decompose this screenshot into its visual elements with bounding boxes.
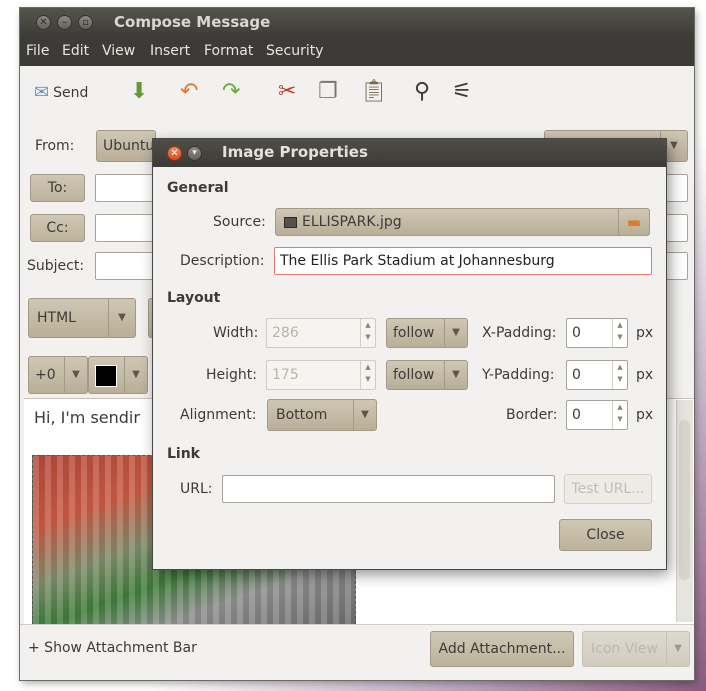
add-attachment-button[interactable]: Add Attachment... — [430, 631, 574, 667]
cut-icon[interactable]: ✂ — [278, 80, 296, 104]
url-label: URL: — [180, 481, 213, 497]
chevron-down-icon: ▼ — [124, 357, 147, 393]
source-file-chooser[interactable]: ELLISPARK.jpg ▬ — [275, 208, 650, 236]
undo-icon[interactable]: ↶ — [180, 80, 198, 104]
close-dialog-icon[interactable]: ✕ — [167, 146, 182, 161]
cc-button[interactable]: Cc: — [30, 214, 85, 242]
cc-field[interactable] — [95, 214, 155, 242]
width-spinner[interactable]: 286 ▲ ▼ — [266, 318, 376, 348]
menu-file[interactable]: File — [26, 43, 49, 59]
show-attachment-bar-toggle[interactable]: + Show Attachment Bar — [28, 640, 197, 656]
height-label: Height: — [206, 367, 257, 383]
description-input[interactable]: The Ellis Park Stadium at Johannesburg — [274, 247, 652, 275]
send-icon: ✉ — [34, 82, 50, 103]
subject-label: Subject: — [27, 258, 85, 274]
from-select[interactable]: Ubuntu — [96, 130, 156, 162]
spin-arrows-icon: ▲ ▼ — [360, 361, 375, 389]
to-field[interactable] — [95, 174, 155, 202]
send-button[interactable]: ✉ Send — [34, 82, 88, 103]
chevron-down-icon: ▼ — [444, 361, 467, 389]
ypadding-spinner[interactable]: 0 ▲ ▼ — [566, 360, 628, 390]
border-unit: px — [636, 407, 654, 423]
to-button[interactable]: To: — [30, 174, 85, 202]
xpadding-label: X-Padding: — [482, 325, 557, 341]
chevron-down-icon: ▼ — [353, 400, 376, 430]
menu-view[interactable]: View — [102, 43, 135, 59]
spin-arrows-icon: ▲ ▼ — [612, 361, 627, 389]
chevron-down-icon: ▼ — [666, 632, 689, 666]
alignment-select[interactable]: Bottom ▼ — [267, 399, 377, 431]
spellcheck-icon[interactable]: ⚟ — [452, 80, 472, 104]
from-label: From: — [35, 138, 75, 154]
xpadding-spinner[interactable]: 0 ▲ ▼ — [566, 318, 628, 348]
subject-field[interactable] — [95, 252, 155, 280]
xpadding-unit: px — [636, 325, 654, 341]
width-label: Width: — [213, 325, 259, 341]
description-label: Description: — [180, 253, 265, 269]
redo-icon[interactable]: ↷ — [222, 80, 240, 104]
url-input[interactable] — [222, 475, 555, 503]
source-label: Source: — [213, 214, 266, 230]
close-button[interactable]: Close — [559, 519, 652, 551]
general-heading: General — [167, 180, 229, 196]
menu-insert[interactable]: Insert — [150, 43, 190, 59]
editor-scrollbar[interactable] — [676, 400, 693, 622]
ypadding-label: Y-Padding: — [482, 367, 555, 383]
border-spinner[interactable]: 0 ▲ ▼ — [566, 400, 628, 430]
spin-arrows-icon: ▲ ▼ — [612, 401, 627, 429]
scrollbar-thumb[interactable] — [679, 420, 690, 580]
alignment-label: Alignment: — [180, 407, 257, 423]
text-color-swatch — [95, 365, 117, 387]
spin-arrows-icon: ▲ ▼ — [360, 319, 375, 347]
width-mode-select[interactable]: follow ▼ — [386, 318, 468, 348]
maximize-window-icon[interactable]: ▫ — [78, 15, 93, 30]
image-properties-dialog: ✕ ▾ Image Properties General Source: ELL… — [153, 139, 666, 569]
font-size-select[interactable]: +0 ▼ — [28, 356, 88, 394]
subject-field-end[interactable] — [664, 252, 688, 280]
link-heading: Link — [167, 446, 200, 462]
chevron-down-icon: ▼ — [64, 357, 87, 393]
cc-field-end[interactable] — [664, 214, 688, 242]
minimize-dialog-icon[interactable]: ▾ — [187, 146, 202, 161]
close-window-icon[interactable]: ✕ — [36, 15, 51, 30]
format-mode-select[interactable]: HTML ▼ — [28, 298, 136, 338]
text-color-select[interactable]: ▼ — [88, 356, 148, 394]
ypadding-unit: px — [636, 367, 654, 383]
window-title: Compose Message — [114, 13, 271, 31]
image-file-icon — [284, 217, 297, 228]
chevron-down-icon: ▼ — [444, 319, 467, 347]
folder-icon: ▬ — [618, 209, 649, 235]
menu-format[interactable]: Format — [204, 43, 253, 59]
dialog-title: Image Properties — [222, 143, 368, 161]
menu-edit[interactable]: Edit — [62, 43, 89, 59]
border-label: Border: — [506, 407, 558, 423]
menu-security[interactable]: Security — [266, 43, 324, 59]
minimize-window-icon[interactable]: – — [57, 15, 72, 30]
height-spinner[interactable]: 175 ▲ ▼ — [266, 360, 376, 390]
test-url-button[interactable]: Test URL... — [564, 474, 652, 504]
body-text: Hi, I'm sendir — [34, 408, 140, 427]
layout-heading: Layout — [167, 290, 221, 306]
paste-icon[interactable]: 📋︎ — [360, 80, 388, 104]
find-icon[interactable]: ⚲ — [414, 80, 430, 104]
icon-view-select[interactable]: Icon View ▼ — [582, 631, 690, 667]
to-field-end[interactable] — [664, 174, 688, 202]
height-mode-select[interactable]: follow ▼ — [386, 360, 468, 390]
save-download-icon[interactable]: ⬇ — [130, 80, 148, 104]
spin-arrows-icon: ▲ ▼ — [612, 319, 627, 347]
toolbar — [20, 66, 694, 118]
copy-icon[interactable]: ❐ — [318, 80, 338, 104]
chevron-down-icon: ▼ — [108, 299, 135, 337]
